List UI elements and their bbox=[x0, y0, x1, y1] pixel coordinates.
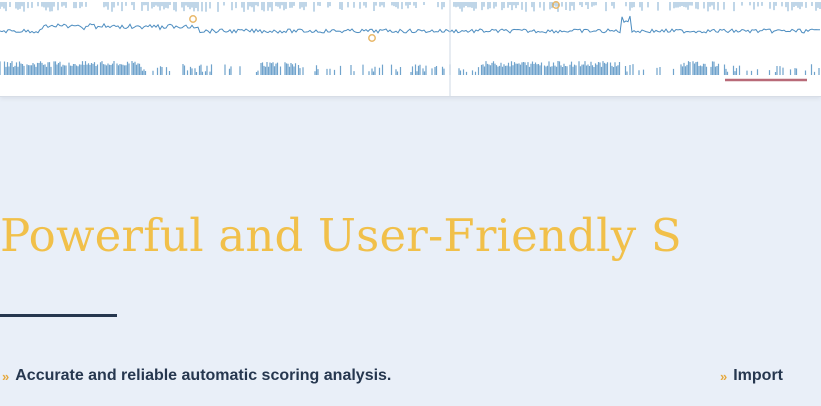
chevron-double-right-icon: » bbox=[720, 368, 727, 384]
headline-underline bbox=[0, 314, 117, 317]
event-marker bbox=[189, 15, 197, 23]
page-headline: Powerful and User-Friendly S bbox=[0, 209, 682, 262]
feature-text: Import bbox=[733, 367, 784, 384]
feature-text: Accurate and reliable automatic scoring … bbox=[15, 367, 392, 384]
signal-trace-panel bbox=[0, 0, 821, 97]
spike-row-top bbox=[0, 2, 821, 12]
feature-item-import: » Import bbox=[720, 365, 783, 387]
activity-band bbox=[0, 61, 820, 75]
signal-trace-graphic bbox=[0, 0, 821, 96]
chevron-double-right-icon: » bbox=[2, 368, 9, 384]
event-marker bbox=[368, 34, 376, 42]
signal-line bbox=[0, 15, 821, 34]
feature-item-scoring: » Accurate and reliable automatic scorin… bbox=[2, 365, 391, 387]
